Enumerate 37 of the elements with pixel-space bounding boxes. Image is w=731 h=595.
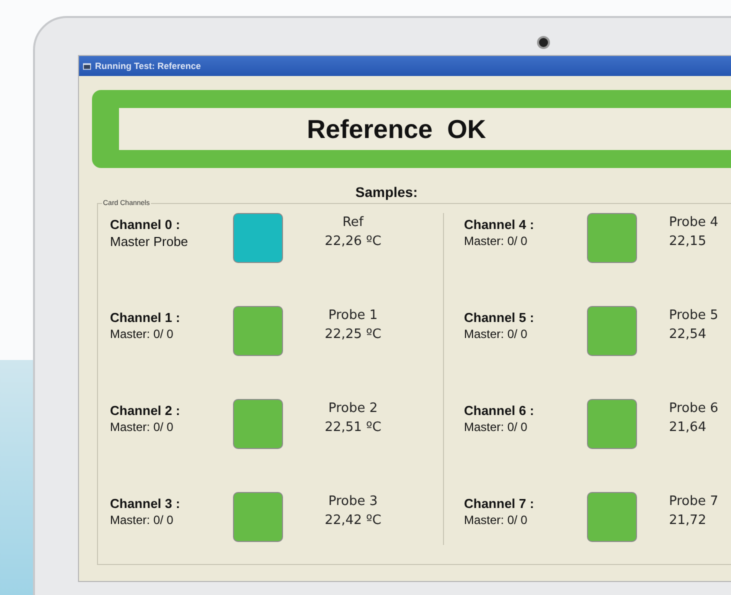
samples-label: Samples: [354,184,419,200]
channel-name: Channel 5 : [464,310,536,325]
channel-name: Channel 0 : [110,217,182,232]
temperature-reading: 22,15 [669,234,708,249]
probe-name: Probe 4 [669,215,718,230]
channel-detail: Master: 0/ 0 [464,327,528,341]
window-icon [83,62,91,70]
temperature-reading: 22,54 [669,327,708,342]
probe-name: Probe 3 [327,494,379,509]
camera-icon [537,36,550,49]
status-text: Reference OK [119,108,731,150]
probe-name: Probe 5 [669,308,718,323]
temperature-reading: 21,72 [669,513,708,528]
channel-detail: Master: 0/ 0 [464,234,528,248]
temperature-reading: 22,42 ºC [324,513,382,528]
probe-name: Probe 7 [669,494,718,509]
channel-detail: Master: 0/ 0 [110,327,174,341]
temperature-reading: 22,51 ºC [324,420,382,435]
channel-detail: Master Probe [110,234,190,249]
temperature-reading: 22,26 ºC [324,234,382,249]
temperature-reading: 21,64 [669,420,708,435]
channel-name: Channel 3 : [110,496,182,511]
channel-name: Channel 2 : [110,403,182,418]
probe-name: Probe 2 [327,401,379,416]
window-title: Running Test: Reference [95,61,201,71]
channel-name: Channel 4 : [464,217,536,232]
channel-name: Channel 6 : [464,403,536,418]
channel-name: Channel 1 : [110,310,182,325]
probe-name: Ref [341,215,365,230]
probe-name: Probe 1 [327,308,379,323]
channel-detail: Master: 0/ 0 [110,420,174,434]
channel-detail: Master: 0/ 0 [464,513,528,527]
channel-detail: Master: 0/ 0 [110,513,174,527]
channel-name: Channel 7 : [464,496,536,511]
channel-detail: Master: 0/ 0 [464,420,528,434]
temperature-reading: 22,25 ºC [324,327,382,342]
probe-name: Probe 6 [669,401,718,416]
